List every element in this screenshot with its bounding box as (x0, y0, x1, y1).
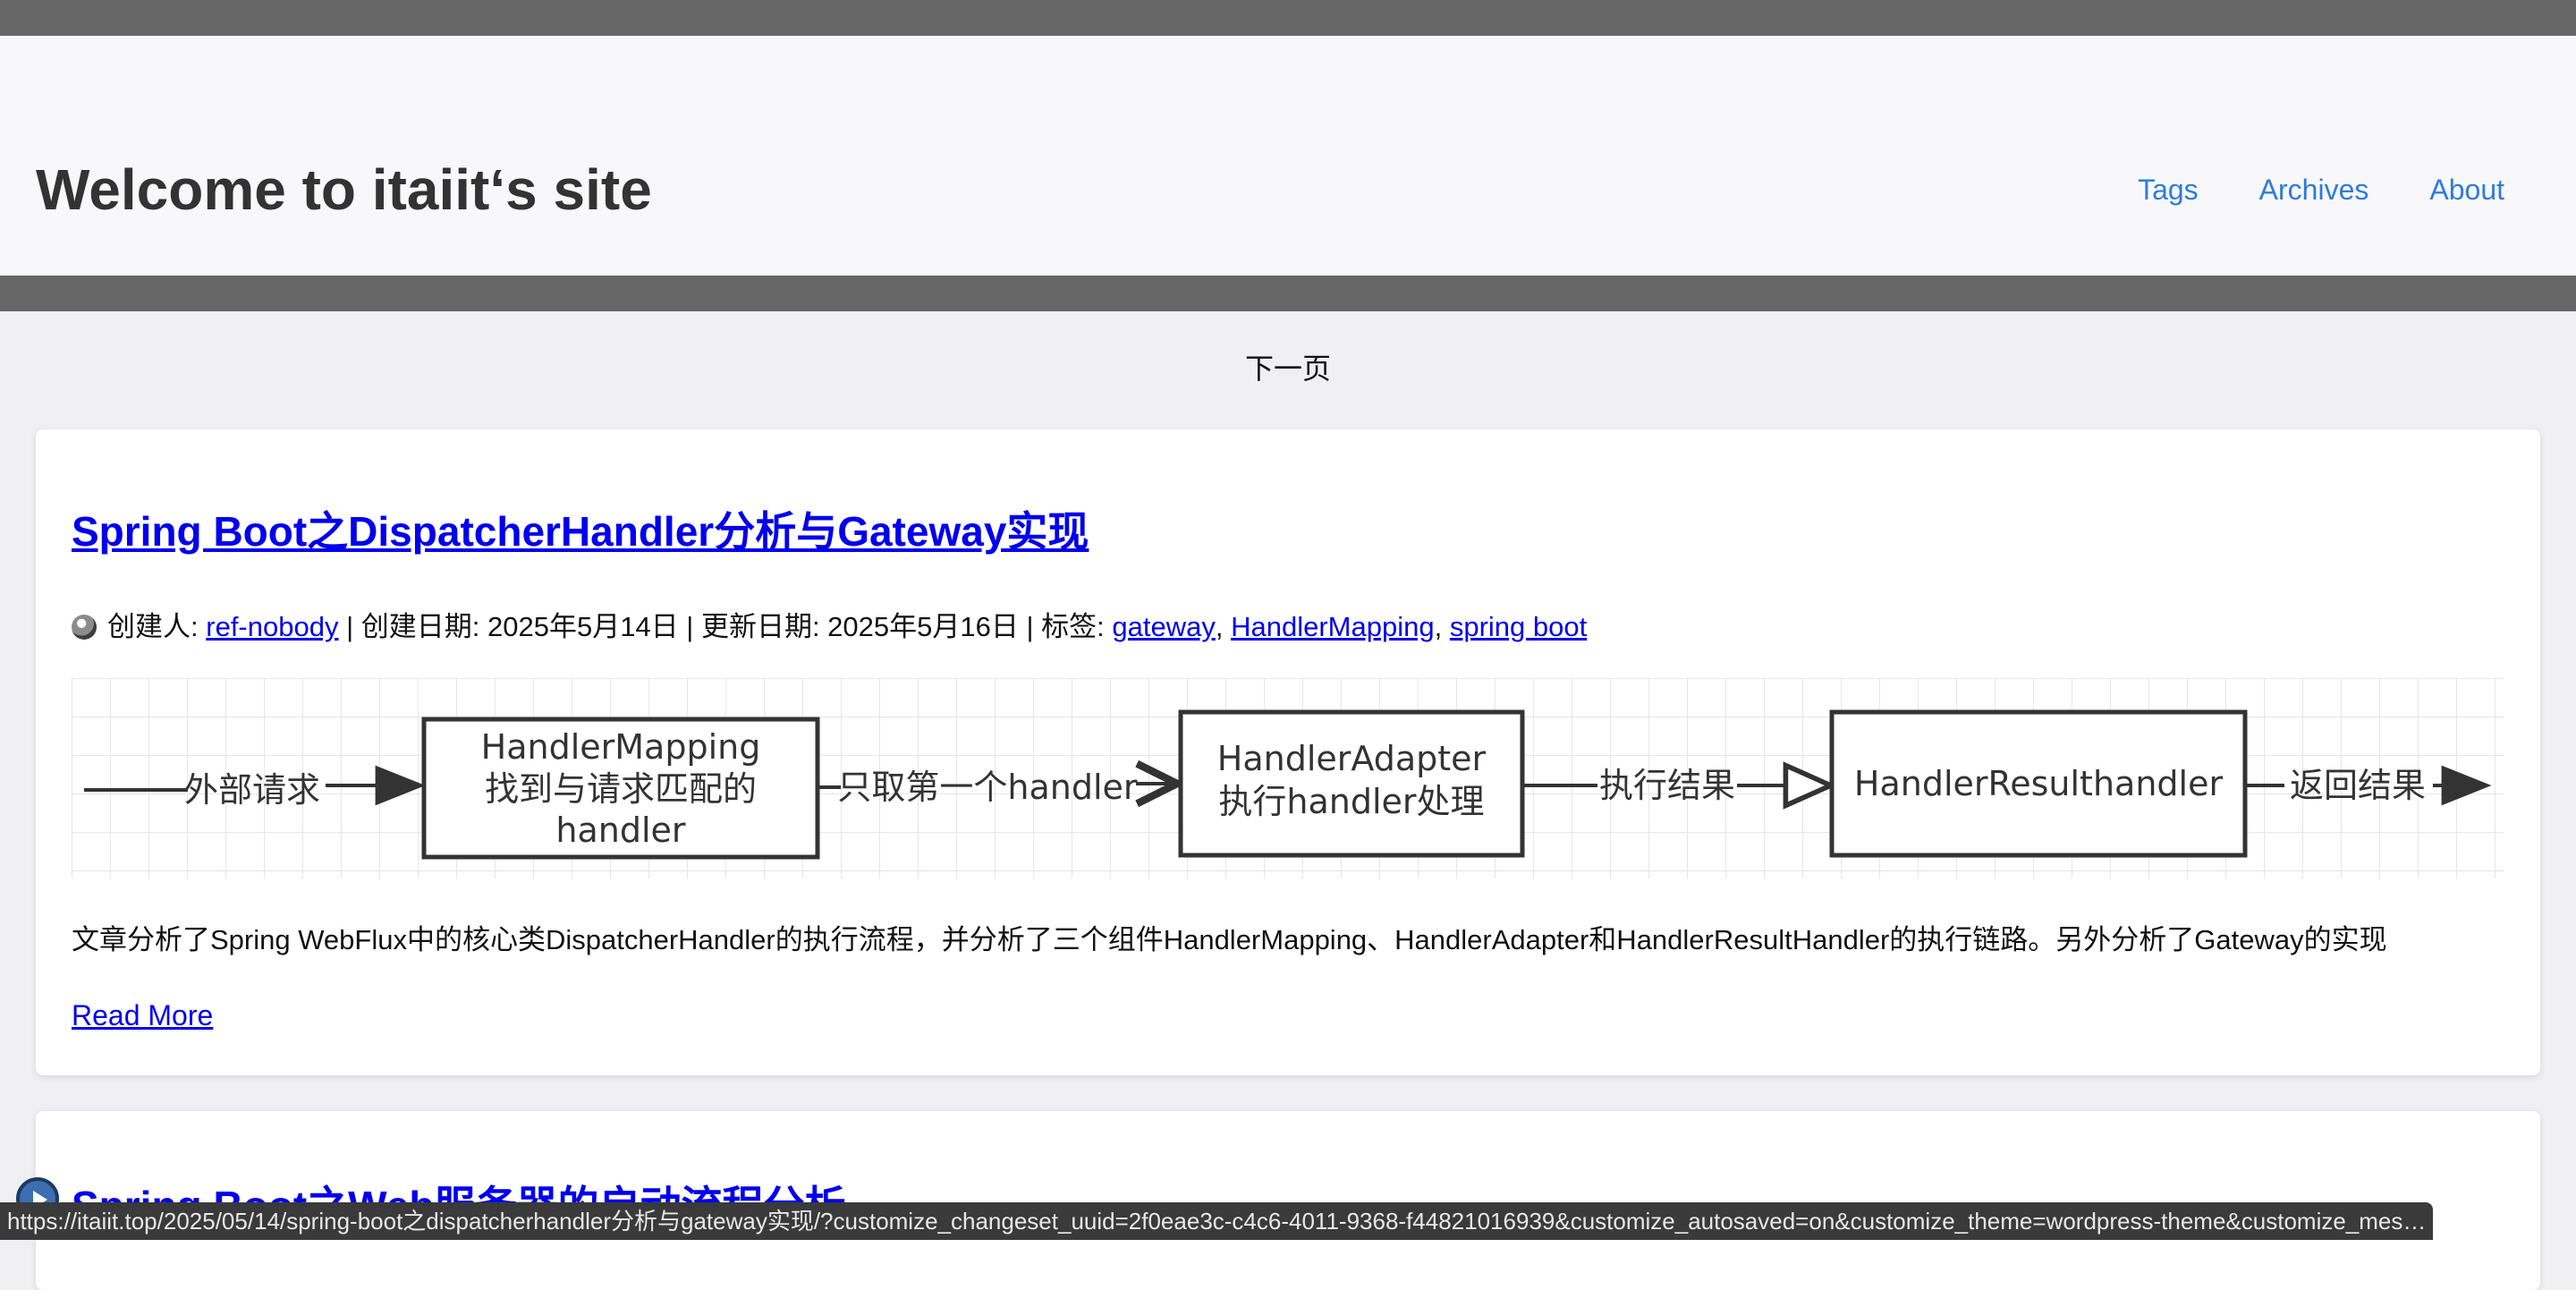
tag-separator: , (1434, 611, 1443, 642)
post-title-link[interactable]: Spring Boot之DispatcherHandler分析与Gateway实… (72, 506, 1089, 556)
status-bar-url: https://itaiit.top/2025/05/14/spring-boo… (0, 1202, 2433, 1240)
nav-about[interactable]: About (2429, 172, 2504, 208)
node-text: HandlerAdapter (1217, 739, 1487, 778)
node-text: HandlerResulthandler (1854, 764, 2224, 803)
date-text: | 创建日期: 2025年5月14日 | 更新日期: 2025年5月16日 | … (346, 611, 1105, 642)
post-meta: 创建人: ref-nobody | 创建日期: 2025年5月14日 | 更新日… (72, 608, 1587, 646)
avatar (72, 615, 97, 640)
header-band (0, 276, 2576, 311)
next-page-link[interactable]: 下一页 (0, 351, 2576, 386)
main-nav: Tags Archives About (2138, 172, 2504, 208)
nav-tags[interactable]: Tags (2138, 172, 2199, 208)
tag-separator: , (1215, 611, 1224, 642)
post-card: Spring Boot之DispatcherHandler分析与Gateway实… (36, 429, 2540, 1075)
read-more-link[interactable]: Read More (72, 997, 213, 1034)
creator-label: 创建人: (107, 611, 199, 642)
edge-label-first-handler: 只取第一个handler (837, 768, 1138, 807)
edge-label-request: 外部请求 (184, 770, 320, 810)
post-diagram: 外部请求 HandlerMapping 找到与请求匹配的 handler 只取第… (72, 678, 2504, 878)
node-text: HandlerMapping (481, 727, 761, 767)
node-text: 执行handler处理 (1218, 782, 1484, 821)
edge-label-result: 执行结果 (1599, 766, 1735, 805)
edge-label-return: 返回结果 (2290, 766, 2426, 805)
post-excerpt: 文章分析了Spring WebFlux中的核心类DispatcherHandle… (72, 924, 2387, 955)
post-card: Spring Boot之Web服务器的启动流程分析 (36, 1111, 2540, 1290)
site-header: Welcome to itaiit‘s site Tags Archives A… (0, 36, 2576, 276)
tag-handlermapping[interactable]: HandlerMapping (1231, 608, 1434, 646)
node-text: 找到与请求匹配的 (485, 769, 757, 809)
top-strip (0, 0, 2576, 36)
tag-spring-boot[interactable]: spring boot (1450, 608, 1587, 646)
tag-gateway[interactable]: gateway (1112, 608, 1215, 646)
node-text: handler (555, 810, 686, 850)
creator-link[interactable]: ref-nobody (206, 608, 338, 646)
nav-archives[interactable]: Archives (2259, 172, 2369, 208)
site-title[interactable]: Welcome to itaiit‘s site (36, 156, 652, 224)
